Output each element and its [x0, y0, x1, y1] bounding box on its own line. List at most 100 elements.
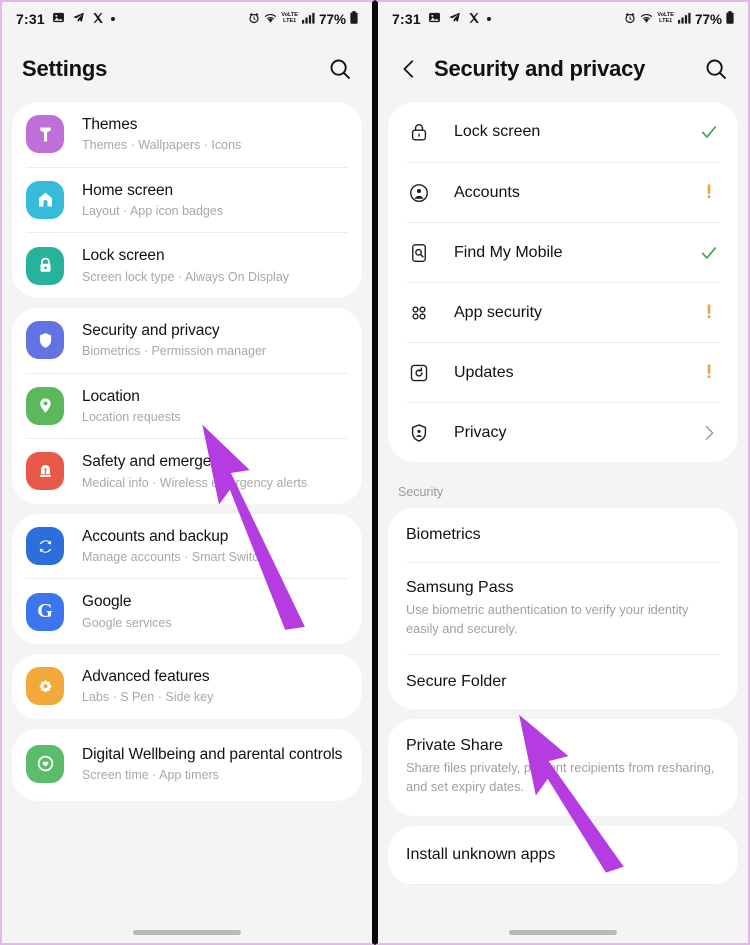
- settings-group: Accounts and backup Manage accounts · Sm…: [12, 513, 362, 644]
- page-title: Security and privacy: [434, 56, 646, 81]
- x-icon: [92, 12, 104, 27]
- advanced-features-icon: [26, 667, 64, 706]
- list-item-label: Accounts: [454, 183, 520, 201]
- list-item-subtitle: Medical info · Wireless emergency alerts: [82, 475, 308, 490]
- list-item[interactable]: Advanced features Labs · S Pen · Side ke…: [12, 654, 362, 719]
- left-settings-scroll[interactable]: Themes Themes · Wallpapers · Icons Home …: [2, 102, 372, 943]
- list-item-title: Safety and emergency: [82, 453, 236, 471]
- list-item[interactable]: Accounts and backup Manage accounts · Sm…: [12, 514, 362, 579]
- list-item-find-my-mobile[interactable]: Find My Mobile: [388, 222, 738, 282]
- dot-icon: [486, 17, 491, 21]
- google-g-icon: G: [26, 592, 64, 631]
- wifi-icon: [640, 12, 653, 27]
- security-settings-group: Private Share Share files privately, pre…: [388, 719, 738, 817]
- themes-icon: [26, 115, 64, 154]
- battery-percent: 77%: [318, 11, 346, 27]
- list-item-subtitle: Labs · S Pen · Side key: [82, 690, 214, 705]
- list-item-label: Lock screen: [454, 123, 541, 140]
- list-item-subtitle: Google services: [82, 615, 172, 630]
- list-item-title: Accounts and backup: [82, 527, 229, 545]
- list-item-title: Secure Folder: [406, 673, 507, 691]
- status-bar-left: 7:31 VoLTE LTE1 77%: [2, 2, 372, 36]
- volte-icon: VoLTE LTE1: [657, 12, 674, 25]
- status-badge-check: [698, 243, 720, 263]
- back-chevron-icon[interactable]: [398, 58, 420, 80]
- dot-icon: [110, 17, 115, 21]
- list-item[interactable]: G Google Google services: [12, 578, 362, 644]
- list-item-label: App security: [454, 303, 543, 321]
- status-badge-check: [698, 122, 720, 142]
- list-item-subtitle: Biometrics · Permission manager: [82, 344, 267, 359]
- settings-group: Security and privacy Biometrics · Permis…: [12, 307, 362, 504]
- list-item-label: Updates: [454, 363, 514, 381]
- status-badge-warning: !: [705, 302, 713, 323]
- padlock-outline-icon: [406, 121, 432, 143]
- list-item-biometrics[interactable]: Biometrics: [388, 508, 738, 562]
- list-item-title: Biometrics: [406, 526, 481, 543]
- right-phone-screenshot: 7:31 VoLTE LTE1 77% Security and privacy…: [375, 0, 750, 945]
- signal-icon: [301, 12, 315, 27]
- section-header-security: Security: [398, 485, 444, 499]
- battery-percent: 77%: [694, 11, 722, 27]
- left-phone-screenshot: 7:31 VoLTE LTE1 77% Settings Themes Them…: [0, 0, 375, 945]
- list-item-install-unknown-apps[interactable]: Install unknown apps: [388, 826, 738, 886]
- list-item-updates[interactable]: Updates !: [388, 342, 738, 402]
- right-settings-scroll[interactable]: Lock screen Accounts ! Find My Mobile Ap…: [378, 102, 748, 943]
- shield-person-icon: [406, 422, 432, 444]
- list-item-subtitle: Layout · App icon badges: [82, 204, 224, 218]
- list-item[interactable]: Safety and emergency Medical info · Wire…: [12, 438, 362, 504]
- wellbeing-icon: [26, 744, 64, 783]
- list-item-description: Use biometric authentication to verify y…: [406, 602, 689, 636]
- list-item-title: Lock screen: [82, 247, 165, 265]
- list-item-title: Samsung Pass: [406, 579, 514, 596]
- list-item-subtitle: Location requests: [82, 409, 181, 424]
- list-item[interactable]: Themes Themes · Wallpapers · Icons: [12, 102, 362, 167]
- list-item-subtitle: Screen time · App timers: [82, 768, 219, 782]
- search-icon[interactable]: [704, 57, 728, 81]
- alarm-icon: [624, 12, 636, 27]
- list-item-title: Private Share: [406, 737, 503, 755]
- status-time: 7:31: [392, 11, 421, 27]
- status-badge-warning: !: [705, 362, 713, 383]
- list-item-secure-folder[interactable]: Secure Folder: [388, 654, 738, 709]
- list-item-accounts[interactable]: Accounts !: [388, 162, 738, 222]
- volte-icon: VoLTE LTE1: [281, 12, 298, 25]
- list-item-privacy[interactable]: Privacy: [388, 402, 738, 462]
- list-item-private-share[interactable]: Private Share Share files privately, pre…: [388, 719, 738, 816]
- list-item-description: Share files privately, prevent recipient…: [406, 760, 715, 794]
- list-item[interactable]: Home screen Layout · App icon badges: [12, 166, 362, 233]
- list-item-title: Google: [82, 593, 132, 611]
- lock-icon: [26, 246, 64, 285]
- emergency-icon: [26, 452, 64, 491]
- list-item[interactable]: Lock screen Screen lock type · Always On…: [12, 232, 362, 298]
- status-bar-right: 7:31 VoLTE LTE1 77%: [378, 2, 748, 36]
- list-item-title: Security and privacy: [82, 321, 220, 339]
- alarm-icon: [248, 12, 260, 27]
- home-indicator: [133, 930, 241, 935]
- security-settings-group: Install unknown apps: [388, 826, 738, 886]
- network-label: LTE1: [659, 18, 673, 24]
- list-item-samsung-pass[interactable]: Samsung Pass Use biometric authenticatio…: [388, 562, 738, 654]
- list-item-label: Find My Mobile: [454, 243, 563, 261]
- list-item-title: Install unknown apps: [406, 846, 556, 864]
- settings-group: Digital Wellbeing and parental controls …: [12, 728, 362, 802]
- list-item-label: Privacy: [454, 423, 507, 441]
- list-item-subtitle: Manage accounts · Smart Switch: [82, 550, 266, 565]
- list-item[interactable]: Digital Wellbeing and parental controls …: [12, 729, 362, 802]
- shield-icon: [26, 321, 64, 360]
- gallery-icon: [52, 11, 65, 27]
- list-item-subtitle: Screen lock type · Always On Display: [82, 269, 290, 284]
- list-item-app-security[interactable]: App security !: [388, 282, 738, 342]
- list-item-security-and-privacy[interactable]: Security and privacy Biometrics · Permis…: [12, 308, 362, 373]
- list-item[interactable]: Location Location requests: [12, 372, 362, 439]
- find-device-icon: [406, 242, 432, 264]
- person-circle-icon: [406, 182, 432, 204]
- page-title: Settings: [22, 56, 108, 81]
- list-item-lock-screen[interactable]: Lock screen: [388, 102, 738, 162]
- apps-grid-icon: [406, 302, 432, 324]
- telegram-icon: [448, 11, 461, 27]
- signal-icon: [677, 12, 691, 27]
- home-indicator: [509, 930, 617, 935]
- search-icon[interactable]: [328, 57, 352, 81]
- update-square-icon: [406, 362, 432, 384]
